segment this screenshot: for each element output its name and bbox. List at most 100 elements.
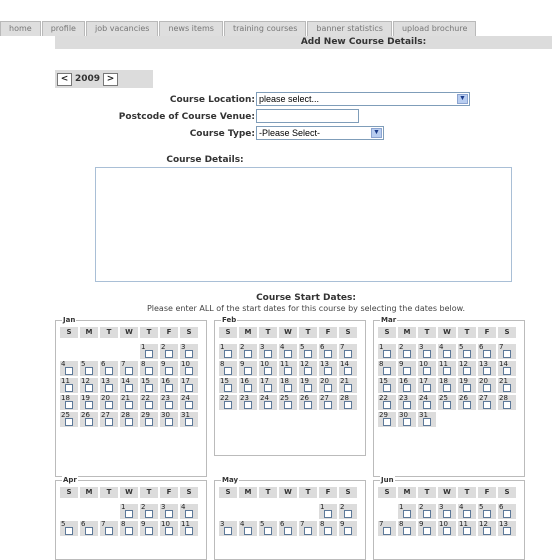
day-checkbox[interactable] <box>244 401 252 409</box>
day-checkbox[interactable] <box>284 401 292 409</box>
day-checkbox[interactable] <box>383 384 391 392</box>
day-checkbox[interactable] <box>344 401 352 409</box>
day-checkbox[interactable] <box>105 418 113 426</box>
day-checkbox[interactable] <box>344 510 352 518</box>
day-checkbox[interactable] <box>284 367 292 375</box>
day-checkbox[interactable] <box>185 350 193 358</box>
day-checkbox[interactable] <box>403 350 411 358</box>
day-checkbox[interactable] <box>463 510 471 518</box>
day-checkbox[interactable] <box>383 367 391 375</box>
day-checkbox[interactable] <box>304 527 312 535</box>
day-checkbox[interactable] <box>284 350 292 358</box>
day-checkbox[interactable] <box>244 527 252 535</box>
day-checkbox[interactable] <box>344 384 352 392</box>
day-checkbox[interactable] <box>264 384 272 392</box>
day-checkbox[interactable] <box>483 384 491 392</box>
day-checkbox[interactable] <box>423 527 431 535</box>
day-checkbox[interactable] <box>443 527 451 535</box>
day-checkbox[interactable] <box>125 384 133 392</box>
day-checkbox[interactable] <box>324 350 332 358</box>
day-checkbox[interactable] <box>65 527 73 535</box>
day-checkbox[interactable] <box>483 527 491 535</box>
day-checkbox[interactable] <box>165 418 173 426</box>
day-checkbox[interactable] <box>284 527 292 535</box>
course-location-select[interactable]: please select... ▼ <box>256 92 470 106</box>
day-checkbox[interactable] <box>483 350 491 358</box>
day-checkbox[interactable] <box>324 510 332 518</box>
day-checkbox[interactable] <box>185 367 193 375</box>
tab-profile[interactable]: profile <box>41 21 85 36</box>
day-checkbox[interactable] <box>145 401 153 409</box>
day-checkbox[interactable] <box>443 367 451 375</box>
day-checkbox[interactable] <box>264 401 272 409</box>
day-checkbox[interactable] <box>403 418 411 426</box>
postcode-input[interactable] <box>256 109 359 123</box>
day-checkbox[interactable] <box>165 350 173 358</box>
day-checkbox[interactable] <box>383 527 391 535</box>
day-checkbox[interactable] <box>443 510 451 518</box>
day-checkbox[interactable] <box>463 384 471 392</box>
day-checkbox[interactable] <box>224 384 232 392</box>
day-checkbox[interactable] <box>105 384 113 392</box>
day-checkbox[interactable] <box>65 384 73 392</box>
day-checkbox[interactable] <box>165 510 173 518</box>
tab-banner-statistics[interactable]: banner statistics <box>307 21 392 36</box>
day-checkbox[interactable] <box>483 367 491 375</box>
day-checkbox[interactable] <box>403 367 411 375</box>
day-checkbox[interactable] <box>244 367 252 375</box>
course-type-select[interactable]: -Please Select- ▼ <box>256 126 384 140</box>
day-checkbox[interactable] <box>423 418 431 426</box>
day-checkbox[interactable] <box>145 418 153 426</box>
day-checkbox[interactable] <box>324 527 332 535</box>
day-checkbox[interactable] <box>423 510 431 518</box>
day-checkbox[interactable] <box>344 367 352 375</box>
day-checkbox[interactable] <box>463 367 471 375</box>
chevron-down-icon[interactable]: ▼ <box>371 128 382 138</box>
day-checkbox[interactable] <box>165 384 173 392</box>
day-checkbox[interactable] <box>224 350 232 358</box>
day-checkbox[interactable] <box>443 350 451 358</box>
day-checkbox[interactable] <box>145 350 153 358</box>
tab-home[interactable]: home <box>0 21 41 36</box>
day-checkbox[interactable] <box>383 418 391 426</box>
day-checkbox[interactable] <box>503 527 511 535</box>
day-checkbox[interactable] <box>463 350 471 358</box>
day-checkbox[interactable] <box>284 384 292 392</box>
day-checkbox[interactable] <box>105 527 113 535</box>
day-checkbox[interactable] <box>85 384 93 392</box>
course-details-textarea[interactable] <box>95 167 512 282</box>
day-checkbox[interactable] <box>224 367 232 375</box>
chevron-down-icon[interactable]: ▼ <box>457 94 468 104</box>
day-checkbox[interactable] <box>304 350 312 358</box>
day-checkbox[interactable] <box>503 510 511 518</box>
day-checkbox[interactable] <box>344 527 352 535</box>
day-checkbox[interactable] <box>503 401 511 409</box>
day-checkbox[interactable] <box>125 401 133 409</box>
day-checkbox[interactable] <box>503 350 511 358</box>
day-checkbox[interactable] <box>403 527 411 535</box>
day-checkbox[interactable] <box>463 401 471 409</box>
day-checkbox[interactable] <box>65 367 73 375</box>
day-checkbox[interactable] <box>423 384 431 392</box>
day-checkbox[interactable] <box>383 350 391 358</box>
day-checkbox[interactable] <box>304 401 312 409</box>
day-checkbox[interactable] <box>344 350 352 358</box>
day-checkbox[interactable] <box>185 527 193 535</box>
next-year-button[interactable]: > <box>103 72 119 86</box>
day-checkbox[interactable] <box>244 350 252 358</box>
day-checkbox[interactable] <box>145 367 153 375</box>
day-checkbox[interactable] <box>224 401 232 409</box>
day-checkbox[interactable] <box>85 418 93 426</box>
day-checkbox[interactable] <box>105 401 113 409</box>
day-checkbox[interactable] <box>85 401 93 409</box>
day-checkbox[interactable] <box>463 527 471 535</box>
day-checkbox[interactable] <box>304 384 312 392</box>
day-checkbox[interactable] <box>145 510 153 518</box>
day-checkbox[interactable] <box>443 401 451 409</box>
day-checkbox[interactable] <box>185 418 193 426</box>
day-checkbox[interactable] <box>423 367 431 375</box>
day-checkbox[interactable] <box>165 367 173 375</box>
tab-training-courses[interactable]: training courses <box>223 21 307 36</box>
day-checkbox[interactable] <box>185 510 193 518</box>
day-checkbox[interactable] <box>503 384 511 392</box>
